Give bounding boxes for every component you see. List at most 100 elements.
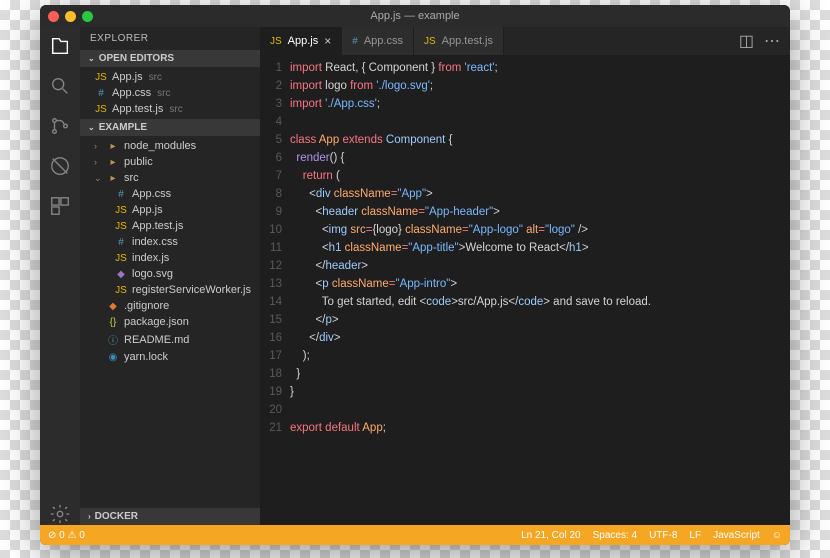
chevron-icon: › — [94, 157, 102, 167]
open-editor-item[interactable]: #App.csssrc — [80, 85, 260, 101]
editor: JS App.js × # App.css JS App.test.js ◫ ⋯ 12345… — [260, 27, 790, 525]
file-name: index.js — [132, 252, 169, 264]
chevron-down-icon: ⌄ — [88, 54, 95, 63]
close-icon[interactable] — [48, 11, 59, 22]
status-item[interactable]: UTF-8 — [649, 530, 677, 541]
file-icon: ⓘ — [106, 332, 120, 347]
tree-item[interactable]: ›▸public — [80, 154, 260, 170]
docker-label: DOCKER — [95, 511, 138, 522]
file-icon: JS — [270, 36, 282, 47]
tab-label: App.js — [288, 35, 319, 47]
file-icon: # — [114, 189, 128, 200]
status-bar: ⊘ 0 ⚠ 0 Ln 21, Col 20 Spaces: 4 UTF-8 LF Jav… — [40, 525, 790, 545]
status-item[interactable]: JavaScript — [713, 530, 760, 541]
file-name: registerServiceWorker.js — [132, 284, 251, 296]
tree-item[interactable]: # App.css — [80, 186, 260, 202]
file-icon: ◆ — [114, 269, 128, 280]
tree-item[interactable]: ⓘ README.md — [80, 330, 260, 349]
file-icon: JS — [114, 253, 128, 264]
file-path: src — [157, 88, 170, 99]
open-editor-item[interactable]: JS App.test.js src — [80, 101, 260, 117]
tab-actions: ◫ ⋯ — [729, 27, 790, 55]
file-name: .gitignore — [124, 300, 169, 312]
status-item[interactable]: ☺ — [772, 530, 782, 541]
status-item[interactable]: LF — [689, 530, 701, 541]
tab-label: App.test.js — [442, 35, 493, 47]
extensions-icon[interactable] — [49, 195, 71, 217]
tree-item[interactable]: JS registerServiceWorker.js — [80, 282, 260, 298]
file-name: yarn.lock — [124, 351, 168, 363]
debug-icon[interactable] — [49, 155, 71, 177]
tree-item[interactable]: JSApp.test.js — [80, 218, 260, 234]
open-editor-item[interactable]: JSApp.jssrc — [80, 69, 260, 85]
sidebar-title: EXPLORER — [80, 27, 260, 50]
file-icon: JS — [114, 285, 128, 296]
file-name: node_modules — [124, 140, 196, 152]
file-icon: ◉ — [106, 352, 120, 363]
tab[interactable]: JS App.test.js — [414, 27, 504, 55]
file-name: README.md — [124, 334, 189, 346]
status-right: Ln 21, Col 20 Spaces: 4 UTF-8 LF JavaScript ☺ — [521, 530, 782, 541]
section-workspace[interactable]: ⌄ EXAMPLE — [80, 119, 260, 136]
minimize-icon[interactable] — [65, 11, 76, 22]
tree-item[interactable]: ›▸node_modules — [80, 138, 260, 154]
tree-item[interactable]: ◆ .gitignore — [80, 298, 260, 314]
open-editors-label: OPEN EDITORS — [99, 53, 174, 64]
tree-item[interactable]: JS index.js — [80, 250, 260, 266]
status-item[interactable]: Ln 21, Col 20 — [521, 530, 581, 541]
tab-label: App.css — [364, 35, 403, 47]
file-name: src — [124, 172, 139, 184]
file-icon: ▸ — [106, 141, 120, 152]
tree-item[interactable]: ◉ yarn.lock — [80, 349, 260, 365]
maximize-icon[interactable] — [82, 11, 93, 22]
chevron-down-icon: ⌄ — [88, 123, 95, 132]
file-icon: # — [114, 237, 128, 248]
file-path: src — [169, 104, 182, 115]
settings-icon[interactable] — [49, 503, 71, 525]
file-path: src — [149, 72, 162, 83]
file-name: App.js — [132, 204, 163, 216]
section-open-editors[interactable]: ⌄ OPEN EDITORS — [80, 50, 260, 67]
vscode-window: App.js — example EXPLORER ⌄ OPEN EDITORS… — [40, 5, 790, 545]
file-icon: # — [352, 36, 358, 47]
activity-bar — [40, 27, 80, 525]
file-icon: JS — [94, 104, 108, 115]
window-title: App.js — example — [40, 10, 790, 22]
file-name: package.json — [124, 316, 189, 328]
tree-item[interactable]: {}package.json — [80, 314, 260, 330]
status-item[interactable]: Spaces: 4 — [593, 530, 637, 541]
tree-item[interactable]: JS App.js — [80, 202, 260, 218]
section-docker[interactable]: › DOCKER — [80, 508, 260, 525]
sidebar: EXPLORER ⌄ OPEN EDITORS JSApp.jssrc#App.… — [80, 27, 260, 525]
status-problems[interactable]: ⊘ 0 ⚠ 0 — [48, 530, 85, 541]
tabs: JS App.js × # App.css JS App.test.js ◫ ⋯ — [260, 27, 790, 55]
tab[interactable]: JS App.js × — [260, 27, 342, 55]
line-gutter: 123456789101112131415161718192021 — [260, 55, 290, 525]
workspace-tree: ›▸node_modules›▸public⌄▸src#App.cssJSApp… — [80, 136, 260, 367]
file-icon: JS — [114, 205, 128, 216]
file-icon: ◆ — [106, 301, 120, 312]
file-name: App.test.js — [132, 220, 183, 232]
more-icon[interactable]: ⋯ — [764, 31, 780, 51]
file-icon: JS — [424, 36, 436, 47]
code-content[interactable]: import React, { Component } from 'react'… — [290, 55, 790, 525]
tab[interactable]: # App.css — [342, 27, 414, 55]
file-name: App.css — [132, 188, 171, 200]
workspace-label: EXAMPLE — [99, 122, 147, 133]
tree-item[interactable]: ◆ logo.svg — [80, 266, 260, 282]
split-editor-icon[interactable]: ◫ — [739, 31, 754, 51]
open-editors-list: JSApp.jssrc#App.csssrc JS App.test.js src — [80, 67, 260, 119]
close-tab-icon[interactable]: × — [324, 34, 331, 48]
file-name: index.css — [132, 236, 178, 248]
search-icon[interactable] — [49, 75, 71, 97]
titlebar[interactable]: App.js — example — [40, 5, 790, 27]
body: EXPLORER ⌄ OPEN EDITORS JSApp.jssrc#App.… — [40, 27, 790, 525]
file-name: App.test.js — [112, 103, 163, 115]
tree-item[interactable]: ⌄▸src — [80, 170, 260, 186]
explorer-icon[interactable] — [49, 35, 71, 57]
code-area[interactable]: 123456789101112131415161718192021 import… — [260, 55, 790, 525]
chevron-right-icon: › — [88, 512, 91, 521]
tree-item[interactable]: # index.css — [80, 234, 260, 250]
git-icon[interactable] — [49, 115, 71, 137]
file-name: logo.svg — [132, 268, 173, 280]
